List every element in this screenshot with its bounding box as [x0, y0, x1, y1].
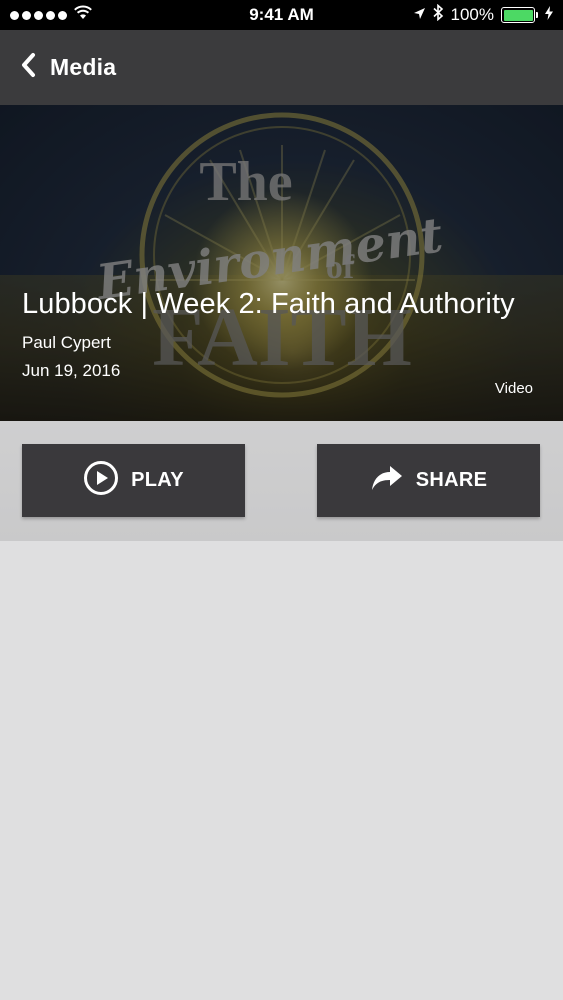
status-right: 100%: [403, 3, 553, 26]
share-button[interactable]: SHARE: [317, 444, 540, 517]
battery-percent: 100%: [450, 5, 494, 24]
status-left: [10, 5, 160, 25]
content-area: [0, 541, 563, 1000]
media-type-label: Video: [494, 380, 533, 397]
charging-bolt-icon: [545, 5, 553, 25]
nav-bar: Media: [0, 30, 563, 105]
wifi-icon: [73, 5, 93, 25]
media-info: Lubbock | Week 2: Faith and Authority Pa…: [22, 288, 515, 381]
share-label: SHARE: [415, 469, 488, 491]
signal-dots-icon: [10, 10, 67, 20]
media-title: Lubbock | Week 2: Faith and Authority: [22, 288, 515, 320]
play-label: PLAY: [131, 469, 184, 491]
status-time: 9:41 AM: [249, 5, 314, 24]
media-author: Paul Cypert: [22, 333, 111, 352]
bluetooth-icon: [432, 3, 444, 26]
play-button[interactable]: PLAY: [22, 444, 245, 517]
hero-banner: The Environment of FAITH Lubbock | Week …: [0, 105, 563, 421]
share-arrow-icon: [370, 464, 404, 497]
status-bar: 9:41 AM 100%: [0, 0, 563, 30]
back-button[interactable]: Media: [20, 52, 116, 83]
media-date: Jun 19, 2016: [22, 361, 121, 380]
action-bar: PLAY SHARE: [0, 421, 563, 541]
location-arrow-icon: [413, 5, 426, 25]
back-label: Media: [50, 54, 117, 80]
chevron-left-icon: [20, 52, 36, 83]
battery-icon: [501, 7, 538, 23]
play-circle-icon: [83, 460, 119, 501]
